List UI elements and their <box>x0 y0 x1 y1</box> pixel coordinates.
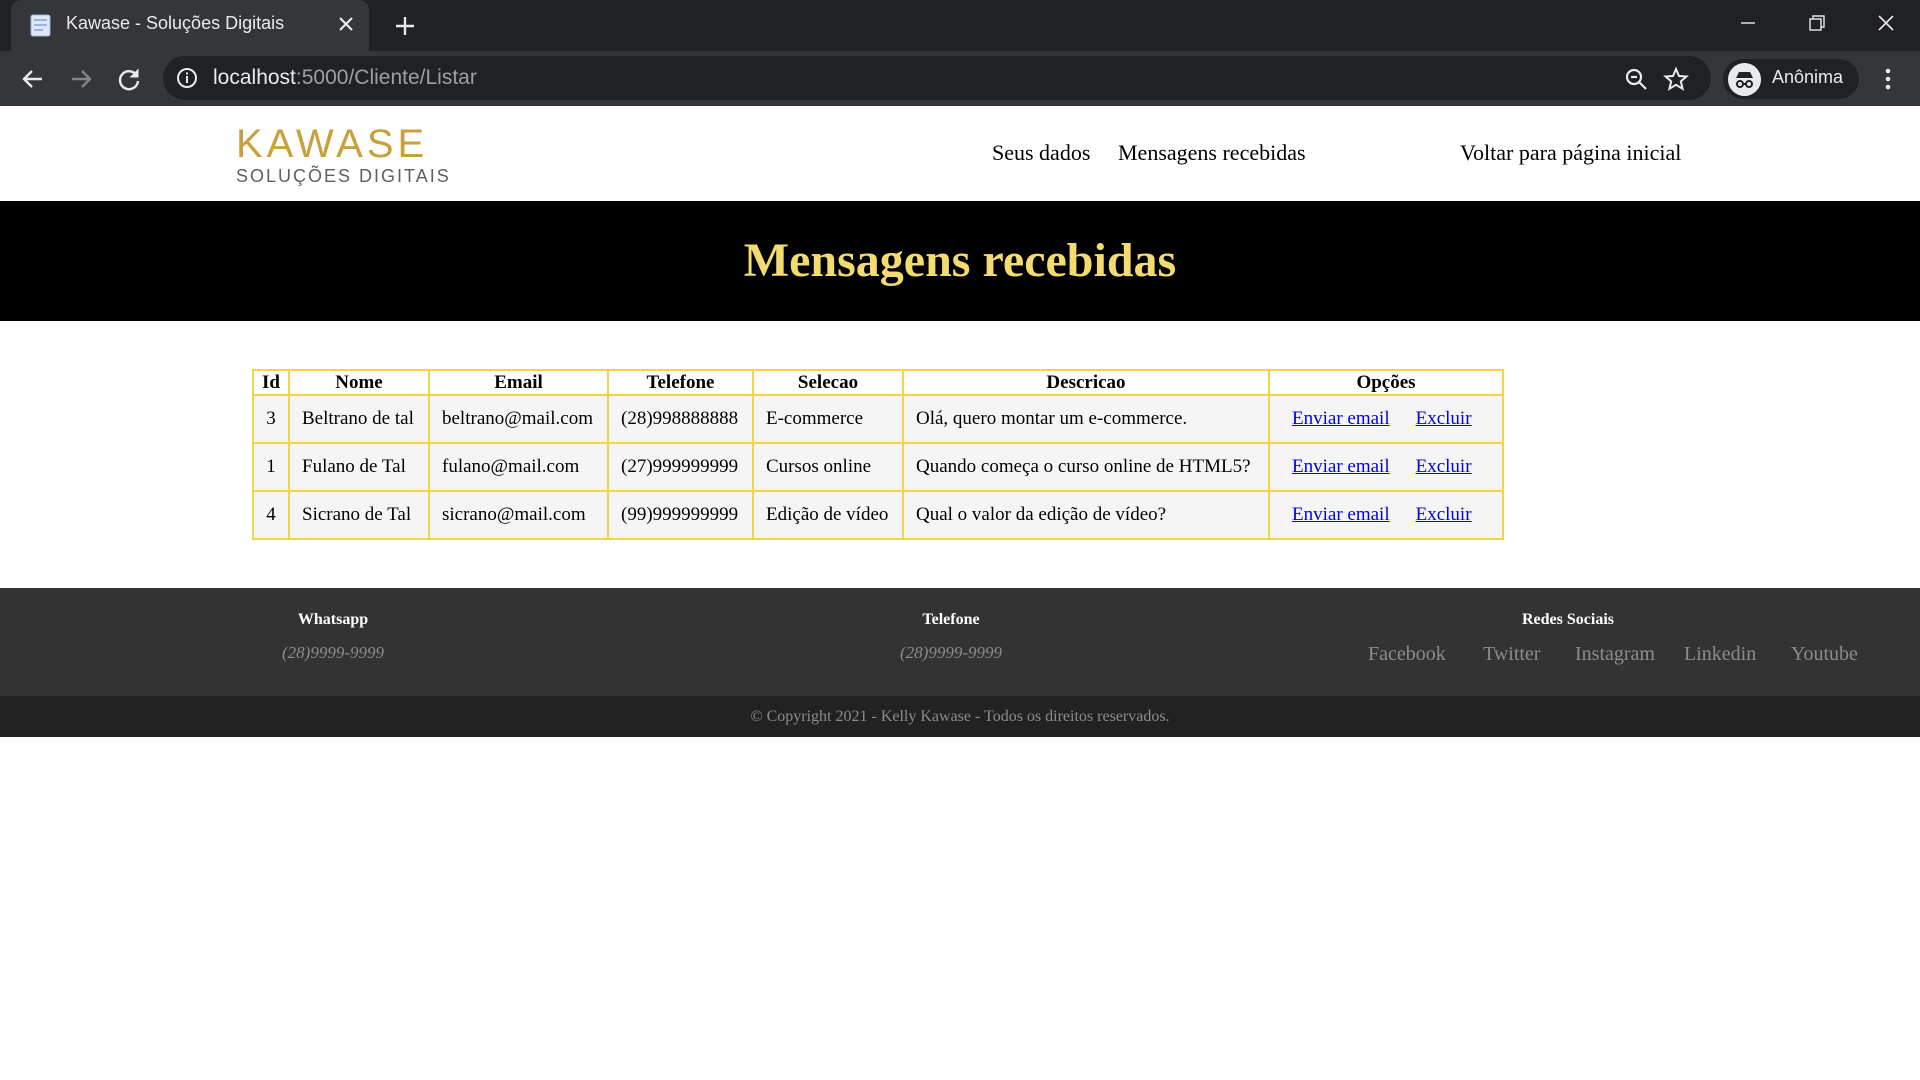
column-header-opcoes: Opções <box>1268 369 1504 396</box>
table-row: 3 Beltrano de tal beltrano@mail.com (28)… <box>252 394 1504 444</box>
restore-icon[interactable] <box>1799 8 1833 38</box>
footer-whatsapp-number: (28)9999-9999 <box>282 643 384 662</box>
table-row: 4 Sicrano de Tal sicrano@mail.com (99)99… <box>252 490 1504 540</box>
cell-selecao: Cursos online <box>752 442 904 492</box>
social-link-facebook[interactable]: Facebook <box>1368 643 1446 666</box>
more-vert-icon[interactable] <box>1874 64 1902 94</box>
delete-link[interactable]: Excluir <box>1416 408 1472 429</box>
cell-email: sicrano@mail.com <box>428 490 609 540</box>
profile-button[interactable]: Anônima <box>1723 59 1859 99</box>
cell-id: 4 <box>252 490 290 540</box>
logo-wordmark: KAWASE <box>236 122 429 166</box>
cell-descricao: Quando começa o curso online de HTML5? <box>902 442 1270 492</box>
cell-nome: Sicrano de Tal <box>288 490 430 540</box>
tab-title: Kawase - Soluções Digitais <box>66 13 285 33</box>
reload-icon[interactable] <box>114 64 144 94</box>
page-banner: Mensagens recebidas <box>0 201 1920 321</box>
nav-seus-dados[interactable]: Seus dados <box>992 140 1090 166</box>
social-link-linkedin[interactable]: Linkedin <box>1684 643 1756 666</box>
nav-voltar-inicial[interactable]: Voltar para página inicial <box>1460 140 1681 166</box>
footer-redes-title: Redes Sociais <box>1522 611 1614 628</box>
close-icon[interactable] <box>335 13 357 35</box>
column-header-descricao: Descricao <box>902 369 1270 396</box>
plus-icon[interactable] <box>392 13 418 39</box>
logo-tagline: SOLUÇÕES DIGITAIS <box>236 166 451 186</box>
send-email-link[interactable]: Enviar email <box>1292 504 1390 525</box>
column-header-selecao: Selecao <box>752 369 904 396</box>
social-link-twitter[interactable]: Twitter <box>1483 643 1540 666</box>
footer-telefone-number: (28)9999-9999 <box>900 643 1002 662</box>
column-header-id: Id <box>252 369 290 396</box>
cell-opcoes: Enviar email Excluir <box>1268 394 1504 444</box>
copyright-bar: © Copyright 2021 - Kelly Kawase - Todos … <box>0 696 1920 737</box>
cell-selecao: E-commerce <box>752 394 904 444</box>
address-bar[interactable]: localhost:5000/Cliente/Listar <box>163 56 1711 100</box>
cell-telefone: (27)999999999 <box>607 442 754 492</box>
cell-descricao: Olá, quero montar um e-commerce. <box>902 394 1270 444</box>
footer-telefone-title: Telefone <box>922 611 980 628</box>
url-host: localhost <box>213 66 296 89</box>
cell-telefone: (99)999999999 <box>607 490 754 540</box>
page-title: Mensagens recebidas <box>743 234 1177 287</box>
cell-nome: Fulano de Tal <box>288 442 430 492</box>
cell-id: 3 <box>252 394 290 444</box>
browser-titlebar: Kawase - Soluções Digitais <box>0 0 1920 51</box>
star-icon[interactable] <box>1663 66 1689 92</box>
cell-nome: Beltrano de tal <box>288 394 430 444</box>
column-header-email: Email <box>428 369 609 396</box>
cell-opcoes: Enviar email Excluir <box>1268 442 1504 492</box>
table-header-row: Id Nome Email Telefone Selecao Descricao… <box>252 369 1504 396</box>
cell-email: fulano@mail.com <box>428 442 609 492</box>
site-footer: Whatsapp (28)9999-9999 Telefone (28)9999… <box>0 588 1920 696</box>
cell-telefone: (28)998888888 <box>607 394 754 444</box>
table-row: 1 Fulano de Tal fulano@mail.com (27)9999… <box>252 442 1504 492</box>
browser-tab-active[interactable]: Kawase - Soluções Digitais <box>11 0 369 51</box>
column-header-nome: Nome <box>288 369 430 396</box>
copyright-text: © Copyright 2021 - Kelly Kawase - Todos … <box>750 708 1170 725</box>
zoom-icon[interactable] <box>1623 66 1649 92</box>
delete-link[interactable]: Excluir <box>1416 504 1472 525</box>
footer-whatsapp-title: Whatsapp <box>297 611 369 628</box>
window-close-icon[interactable] <box>1869 8 1903 38</box>
social-link-youtube[interactable]: Youtube <box>1791 643 1858 666</box>
url-text[interactable]: localhost:5000/Cliente/Listar <box>213 66 477 90</box>
nav-mensagens-recebidas[interactable]: Mensagens recebidas <box>1118 140 1306 166</box>
forward-arrow-icon[interactable] <box>66 64 96 94</box>
info-icon[interactable] <box>175 66 199 90</box>
cell-id: 1 <box>252 442 290 492</box>
messages-table: Id Nome Email Telefone Selecao Descricao… <box>252 369 1504 540</box>
send-email-link[interactable]: Enviar email <box>1292 456 1390 477</box>
delete-link[interactable]: Excluir <box>1416 456 1472 477</box>
cell-descricao: Qual o valor da edição de vídeo? <box>902 490 1270 540</box>
site-logo[interactable]: KAWASE SOLUÇÕES DIGITAIS <box>236 122 449 186</box>
cell-opcoes: Enviar email Excluir <box>1268 490 1504 540</box>
site-header: KAWASE SOLUÇÕES DIGITAIS Seus dados Mens… <box>0 106 1920 201</box>
browser-toolbar: localhost:5000/Cliente/Listar Anônima <box>0 51 1920 106</box>
page-icon <box>30 14 51 37</box>
minimize-icon[interactable] <box>1731 8 1765 38</box>
social-link-instagram[interactable]: Instagram <box>1575 643 1655 666</box>
column-header-telefone: Telefone <box>607 369 754 396</box>
send-email-link[interactable]: Enviar email <box>1292 408 1390 429</box>
cell-selecao: Edição de vídeo <box>752 490 904 540</box>
profile-name: Anônima <box>1772 67 1844 87</box>
cell-email: beltrano@mail.com <box>428 394 609 444</box>
messages-table-container: Id Nome Email Telefone Selecao Descricao… <box>252 369 1504 540</box>
incognito-icon <box>1728 63 1761 96</box>
back-arrow-icon[interactable] <box>18 64 48 94</box>
url-path: :5000/Cliente/Listar <box>295 66 477 89</box>
